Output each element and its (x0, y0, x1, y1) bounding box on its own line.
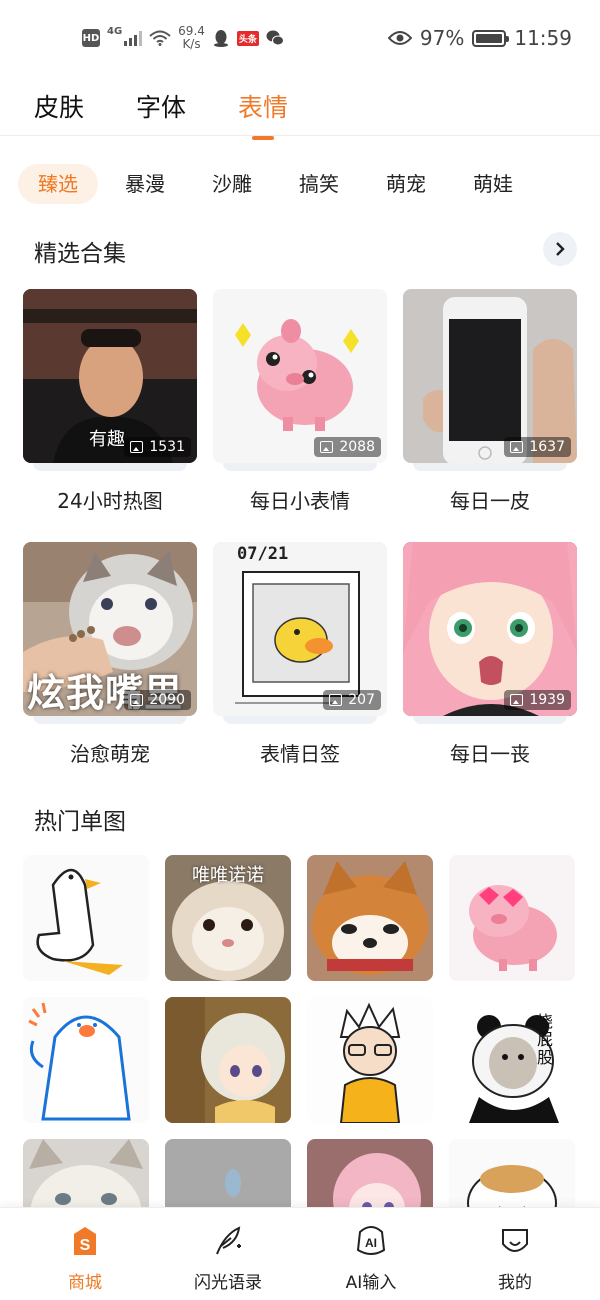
chevron-right-icon (556, 242, 565, 256)
collection-title: 每日一皮 (450, 489, 530, 513)
collection-title: 治愈萌宠 (70, 742, 150, 766)
date-label: 07/21 (237, 544, 289, 564)
svg-text:S: S (80, 1237, 91, 1254)
tab-emoji[interactable]: 表情 (238, 88, 288, 124)
image-icon (510, 441, 524, 453)
sticker-panda[interactable]: 挠屁股 (449, 997, 575, 1123)
wifi-icon (149, 30, 171, 46)
collection-overlay-text: 有趣 (89, 429, 125, 450)
collection-thumbnail: 1939 (403, 542, 577, 716)
signal-icon (124, 30, 143, 46)
category-tab-selected[interactable]: 臻选 (18, 164, 98, 204)
collection-thumbnail: 1637 (403, 289, 577, 463)
battery-icon (472, 29, 510, 47)
network-speed: 69.4 K/s (178, 24, 205, 51)
category-tab-baoman[interactable]: 暴漫 (105, 164, 185, 204)
featured-more-button[interactable] (543, 232, 577, 266)
divider (0, 135, 600, 136)
collection-title: 每日一丧 (450, 742, 530, 766)
nav-quotes[interactable]: 闪光语录 (173, 1208, 283, 1300)
nav-label: 商城 (68, 1273, 102, 1293)
sticker-caption: 挠屁股 (537, 1012, 554, 1067)
sticker-caption: 唯唯诺诺 (192, 865, 264, 886)
bottom-nav: S 商城 闪光语录 AI AI输入 我的 (0, 1207, 600, 1300)
toutiao-icon: 头条 (236, 30, 259, 46)
nav-ai-input[interactable]: AI AI输入 (316, 1208, 426, 1300)
featured-title: 精选合集 (34, 241, 126, 267)
image-icon (510, 694, 524, 706)
quill-icon (216, 1226, 241, 1255)
hot-images-title: 热门单图 (34, 809, 126, 835)
qq-icon (213, 30, 228, 47)
category-tab-babies[interactable]: 萌娃 (453, 164, 533, 204)
status-bar: HD 4G 69.4 K/s 头条 97% 11:59 (0, 0, 600, 74)
collection-title: 每日小表情 (250, 489, 350, 513)
clock: 11:59 (514, 26, 572, 50)
collection-thumbnail: 07/21 207 (213, 542, 387, 716)
svg-text:AI: AI (365, 1236, 377, 1250)
category-tab-pets[interactable]: 萌宠 (366, 164, 446, 204)
eye-icon (387, 31, 412, 45)
image-icon (130, 441, 144, 453)
image-count: 1531 (124, 437, 191, 457)
tab-font[interactable]: 字体 (136, 88, 186, 124)
sticker-cartoon-boy[interactable] (307, 997, 433, 1123)
sticker-shiba[interactable] (307, 855, 433, 981)
collection-thumbnail: 有趣 1531 (23, 289, 197, 463)
collection-title: 24小时热图 (57, 489, 163, 513)
sticker-duck[interactable] (23, 855, 149, 981)
collection-title: 表情日签 (260, 742, 340, 766)
hd-icon: HD (82, 29, 100, 47)
image-count: 2088 (314, 437, 381, 457)
ai-icon: AI (356, 1226, 386, 1255)
category-tabs: 臻选 暴漫 沙雕 搞笑 萌宠 萌娃 (18, 164, 540, 204)
sticker-pig-hearts[interactable] (449, 855, 575, 981)
nav-label: 闪光语录 (194, 1273, 262, 1293)
collection-thumbnail: 2088 (213, 289, 387, 463)
shop-icon: S (74, 1227, 96, 1255)
profile-icon (502, 1229, 528, 1252)
network-type: 4G (107, 25, 123, 37)
sticker-ghost[interactable] (23, 997, 149, 1123)
tab-skin[interactable]: 皮肤 (34, 88, 84, 124)
image-count: 1637 (504, 437, 571, 457)
wechat-icon (266, 30, 284, 46)
nav-profile[interactable]: 我的 (460, 1208, 570, 1300)
image-icon (320, 441, 334, 453)
category-tab-funny[interactable]: 搞笑 (279, 164, 359, 204)
image-icon (329, 694, 343, 706)
sticker-anime-girl[interactable] (165, 997, 291, 1123)
category-tab-shadiao[interactable]: 沙雕 (192, 164, 272, 204)
main-tabs: 皮肤 字体 表情 (34, 88, 288, 124)
image-count: 2090 (124, 690, 191, 710)
image-count: 1939 (504, 690, 571, 710)
nav-shop[interactable]: S 商城 (30, 1208, 140, 1300)
collection-thumbnail: 炫我嘴里 2090 (23, 542, 197, 716)
image-count: 207 (323, 690, 381, 710)
nav-label: 我的 (498, 1273, 532, 1293)
battery-percent: 97% (419, 26, 465, 50)
nav-label: AI输入 (345, 1273, 397, 1293)
sticker-hamster[interactable]: 唯唯诺诺 (165, 855, 291, 981)
image-icon (130, 694, 144, 706)
